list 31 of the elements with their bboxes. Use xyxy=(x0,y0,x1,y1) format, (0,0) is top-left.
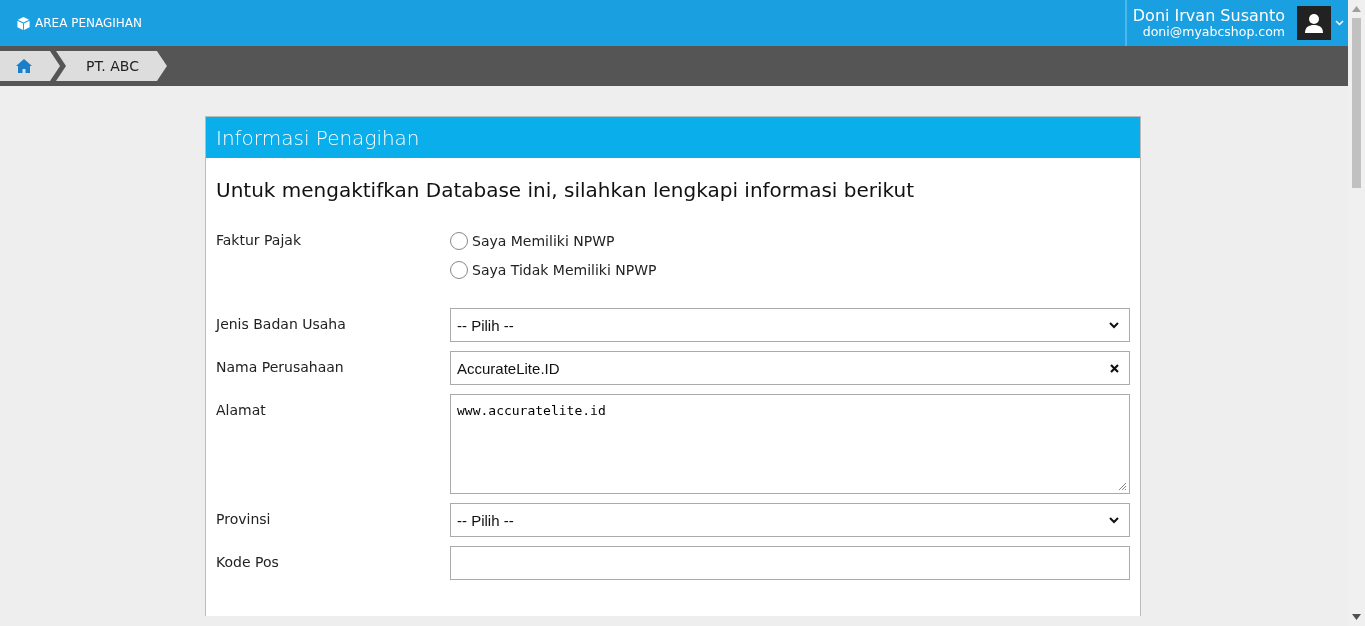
chevron-down-icon xyxy=(1109,321,1119,329)
text-field[interactable] xyxy=(450,546,1130,580)
select-field[interactable]: -- Pilih -- xyxy=(450,503,1130,537)
radio-option[interactable]: Saya Memiliki NPWP xyxy=(450,232,1130,250)
close-icon[interactable] xyxy=(1110,363,1119,373)
select-field[interactable]: -- Pilih -- xyxy=(450,308,1130,342)
scrollbar-thumb[interactable] xyxy=(1352,18,1361,188)
caret-icon[interactable] xyxy=(1335,20,1344,26)
scroll-down-icon[interactable] xyxy=(1352,614,1361,620)
text-field[interactable]: AccurateLite.ID xyxy=(450,351,1130,385)
field-label: Alamat xyxy=(216,401,267,420)
chevron-down-icon xyxy=(1109,516,1119,524)
textarea-field[interactable]: www.accuratelite.id xyxy=(450,394,1130,494)
user-name: Doni Irvan Susanto xyxy=(1132,7,1285,25)
cube-icon xyxy=(16,15,31,31)
avatar-icon[interactable] xyxy=(1297,6,1331,40)
field-label: Kode Pos xyxy=(216,553,280,572)
card-title: Informasi Penagihan xyxy=(206,117,1140,158)
app-title: AREA PENAGIHAN xyxy=(35,16,142,30)
resize-grip-icon xyxy=(1118,482,1127,491)
scroll-up-icon[interactable] xyxy=(1352,6,1361,12)
field-label: Provinsi xyxy=(216,510,272,529)
field-label: Nama Perusahaan xyxy=(216,358,345,377)
field-label: Jenis Badan Usaha xyxy=(216,315,347,334)
field-label: Faktur Pajak xyxy=(216,231,302,250)
user-email: doni@myabcshop.com xyxy=(1142,25,1285,39)
intro-text: Untuk mengaktifkan Database ini, silahkan lengkapi informasi berikut xyxy=(215,177,916,204)
breadcrumb-item[interactable]: PT. ABC xyxy=(56,51,167,81)
home-icon xyxy=(16,59,32,73)
home-crumb[interactable] xyxy=(0,51,60,81)
radio-option[interactable]: Saya Tidak Memiliki NPWP xyxy=(450,261,1130,279)
